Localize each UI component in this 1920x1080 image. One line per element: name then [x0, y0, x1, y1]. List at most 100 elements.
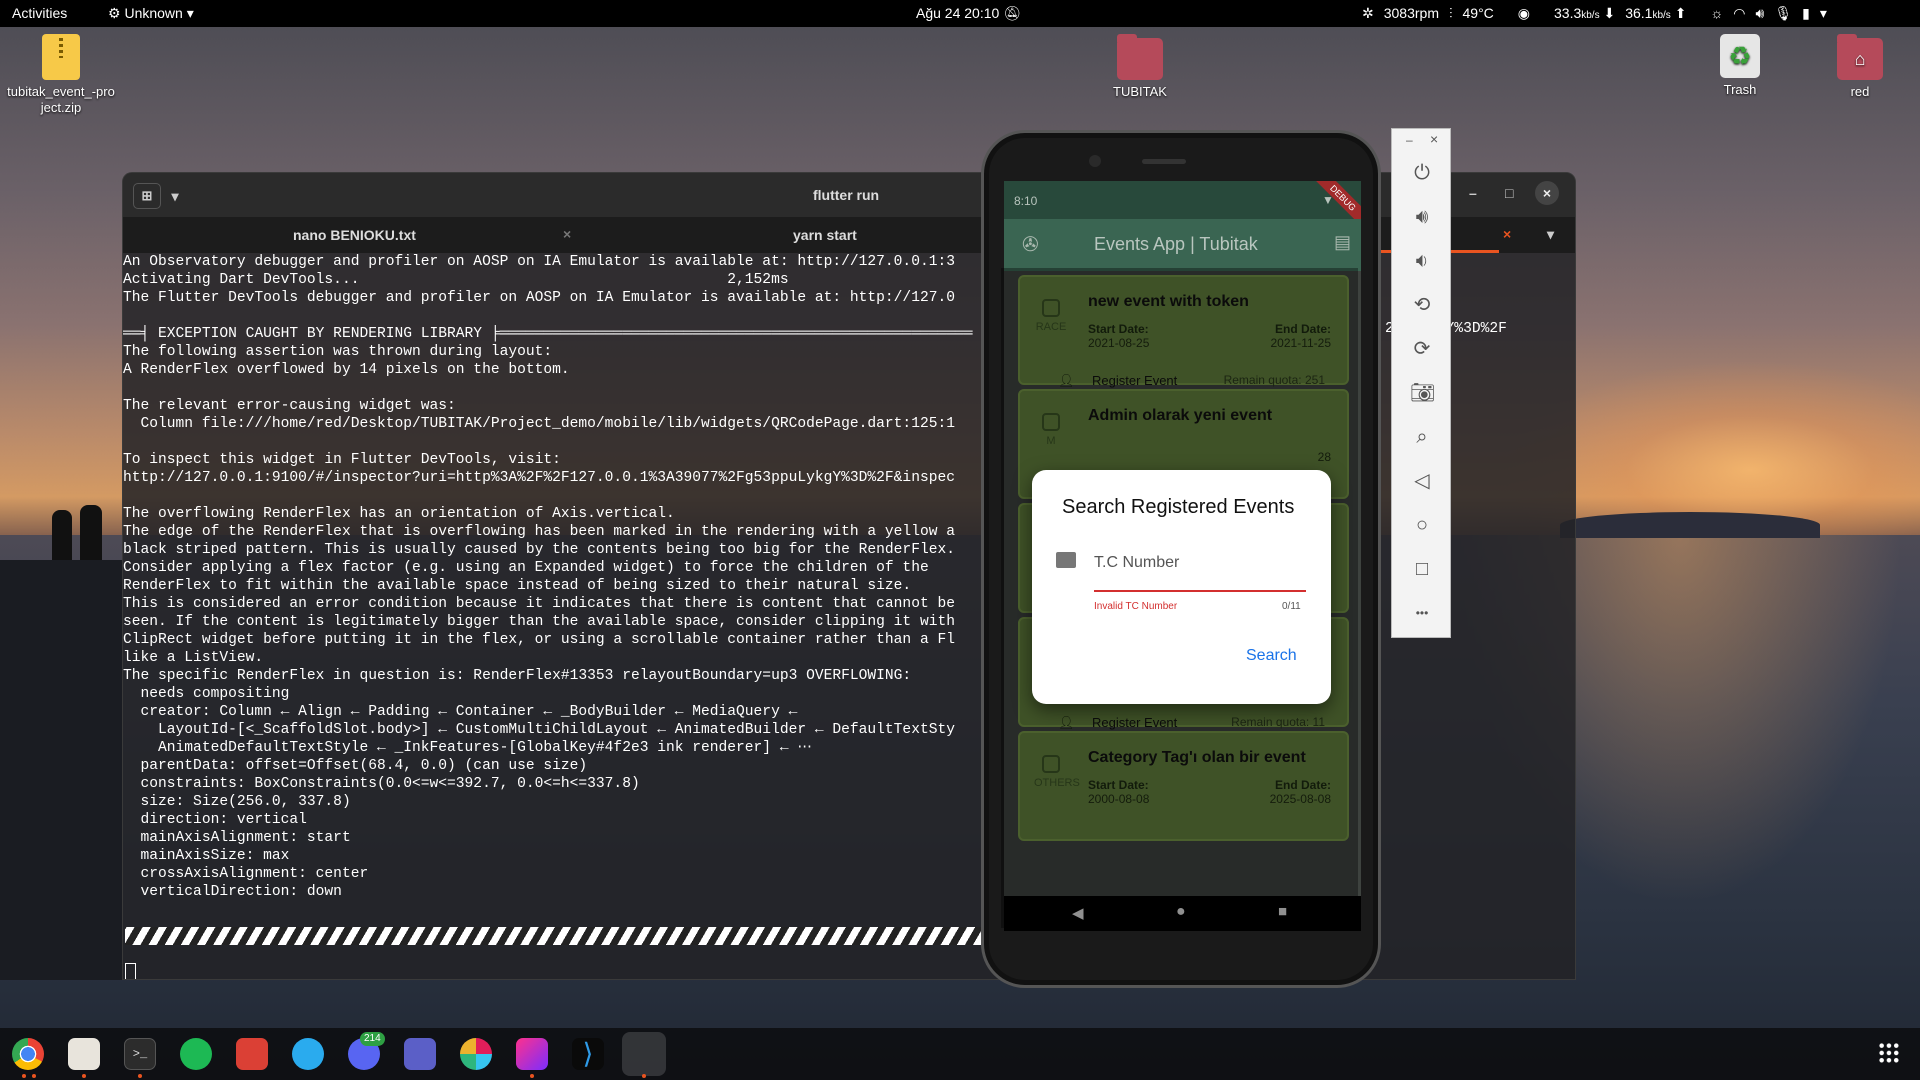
desktop-home-label: red: [1850, 84, 1870, 99]
recycle-icon: ♻: [1720, 34, 1760, 78]
terminal-output[interactable]: An Observatory debugger and profiler on …: [123, 253, 983, 943]
net-down: 33.3kb/s ⬇: [1554, 5, 1615, 22]
app-logo-icon[interactable]: ✇: [1022, 232, 1039, 257]
power-icon[interactable]: ⏻: [1410, 161, 1434, 185]
zip-icon: [42, 34, 80, 80]
tc-number-input[interactable]: T.C Number: [1088, 546, 1312, 592]
more-icon[interactable]: •••: [1410, 601, 1434, 625]
close-icon[interactable]: ×: [1535, 181, 1559, 205]
slack-icon[interactable]: [460, 1038, 492, 1070]
new-tab-icon[interactable]: ⊞: [133, 183, 161, 209]
clock[interactable]: Ağu 24 20:10 🔕︎: [916, 5, 1021, 22]
search-button[interactable]: Search: [1246, 647, 1297, 665]
toolbar-minimize-button[interactable]: –: [1406, 133, 1413, 147]
volume-up-icon[interactable]: 🔊︎: [1410, 205, 1434, 229]
tab-close-icon[interactable]: ×: [1503, 226, 1511, 242]
running-indicator: [82, 1074, 86, 1078]
net-up-value: 36.1: [1625, 5, 1653, 21]
tabs-menu-chevron-icon[interactable]: ▾: [163, 183, 187, 209]
app-bar: ✇ Events App | Tubitak ▤: [1004, 219, 1361, 271]
spotify-icon[interactable]: [180, 1038, 212, 1070]
intellij-icon[interactable]: [516, 1038, 548, 1070]
terminal-line: needs compositing: [123, 686, 290, 702]
net-down-value: 33.3: [1554, 5, 1582, 21]
terminal-line: ══╡ EXCEPTION CAUGHT BY RENDERING LIBRAR…: [123, 326, 973, 342]
home-icon[interactable]: ○: [1410, 513, 1434, 537]
net-up: 36.1kb/s ⬆: [1625, 5, 1686, 22]
terminal-line: crossAxisAlignment: center: [123, 866, 369, 882]
net-down-unit: kb/s: [1581, 10, 1600, 21]
terminal-line: parentData: offset=Offset(68.4, 0.0) (ca…: [123, 758, 588, 774]
camera-icon[interactable]: 📷︎: [1410, 381, 1435, 405]
chrome-icon[interactable]: [12, 1038, 44, 1070]
battery-icon: ▮: [1802, 5, 1810, 21]
search-registered-events-dialog: Search Registered Events T.C Number Inva…: [1032, 470, 1331, 704]
zoom-icon[interactable]: ⌕: [1410, 425, 1434, 449]
desktop-trash-label: Trash: [1723, 82, 1757, 97]
phone-camera: [1089, 155, 1101, 167]
desktop-zip-file[interactable]: tubitak_event_-project.zip: [6, 34, 116, 116]
terminal-line: A RenderFlex overflowed by 14 pixels on …: [123, 362, 570, 378]
phone-speaker: [1142, 159, 1186, 164]
running-indicator: [32, 1074, 36, 1078]
todoist-icon[interactable]: [236, 1038, 268, 1070]
running-indicator: [138, 1074, 142, 1078]
activities-button[interactable]: Activities: [12, 5, 67, 21]
app-menu-label: Unknown: [124, 5, 183, 21]
terminal-line: http://127.0.0.1:9100/#/inspector?uri=ht…: [123, 470, 955, 486]
android-status-bar: 8:10 ▼ DEBUG: [1004, 181, 1361, 232]
brightness-icon: ☼: [1710, 5, 1724, 21]
fan-speed: 3083rpm: [1383, 5, 1439, 21]
tab-nano[interactable]: nano BENIOKU.txt ×: [123, 217, 603, 253]
rotate-right-icon[interactable]: ⟳: [1410, 337, 1434, 361]
back-icon[interactable]: ◁: [1410, 469, 1434, 493]
app-menu[interactable]: ⚙ Unknown ▾: [108, 5, 194, 22]
minimize-icon[interactable]: –: [1469, 185, 1477, 201]
volume-down-icon[interactable]: 🔉︎: [1410, 249, 1434, 273]
android-emulator-dock-icon[interactable]: [622, 1032, 666, 1076]
teams-icon[interactable]: [404, 1038, 436, 1070]
telegram-icon[interactable]: [292, 1038, 324, 1070]
terminal-icon[interactable]: >_: [124, 1038, 156, 1070]
discord-badge: 214: [360, 1032, 385, 1046]
app-gear-icon: ⚙: [108, 5, 121, 21]
system-tray[interactable]: ✲ 3083rpm ⫶ 49°C ◉ 33.3kb/s ⬇ 36.1kb/s ⬆…: [1362, 5, 1827, 22]
tabs-overflow-chevron-icon[interactable]: ▾: [1547, 226, 1554, 243]
terminal-line: Column file:///home/red/Desktop/TUBITAK/…: [123, 416, 955, 432]
terminal-line: mainAxisAlignment: start: [123, 830, 351, 846]
maximize-icon[interactable]: □: [1505, 185, 1513, 201]
vscode-icon[interactable]: ⟩: [572, 1038, 604, 1070]
terminal-line: LayoutId-[<_ScaffoldSlot.body>] ← Custom…: [123, 722, 955, 738]
discord-tray-icon: ◉: [1517, 5, 1530, 21]
desktop-folder-label: TUBITAK: [1113, 84, 1167, 99]
chevron-down-icon: ▾: [1819, 5, 1827, 21]
tab-close-icon[interactable]: ×: [563, 226, 571, 242]
desktop-tubitak-folder[interactable]: TUBITAK: [1100, 34, 1180, 99]
terminal-line: creator: Column ← Align ← Padding ← Cont…: [123, 704, 798, 720]
files-icon[interactable]: [68, 1038, 100, 1070]
terminal-line: black striped pattern. This is usually c…: [123, 542, 955, 558]
chevron-down-icon: ▾: [186, 5, 194, 21]
terminal-line: The overflowing RenderFlex has an orient…: [123, 506, 675, 522]
terminal-line: verticalDirection: down: [123, 884, 342, 900]
running-indicator: [642, 1074, 646, 1078]
rotate-left-icon[interactable]: ⟲: [1410, 293, 1434, 317]
wallpaper-island: [1560, 512, 1820, 538]
folder-icon: [1117, 34, 1163, 80]
terminal-line: An Observatory debugger and profiler on …: [123, 254, 955, 270]
volume-icon: 🔊︎: [1755, 5, 1765, 21]
show-apps-icon[interactable]: [1878, 1042, 1900, 1064]
tc-number-placeholder: T.C Number: [1094, 554, 1180, 571]
input-error-text: Invalid TC Number: [1094, 601, 1178, 612]
list-icon[interactable]: ▤: [1334, 232, 1351, 253]
toolbar-close-button[interactable]: ×: [1430, 131, 1438, 147]
status-time: 8:10: [1014, 194, 1038, 208]
terminal-line: To inspect this widget in Flutter DevToo…: [123, 452, 561, 468]
overview-icon[interactable]: □: [1410, 557, 1434, 581]
desktop-home[interactable]: ⌂ red: [1820, 34, 1900, 99]
desktop-trash[interactable]: ♻ Trash: [1700, 34, 1780, 97]
net-up-unit: kb/s: [1652, 10, 1671, 21]
overflow-stripes: [125, 927, 981, 945]
